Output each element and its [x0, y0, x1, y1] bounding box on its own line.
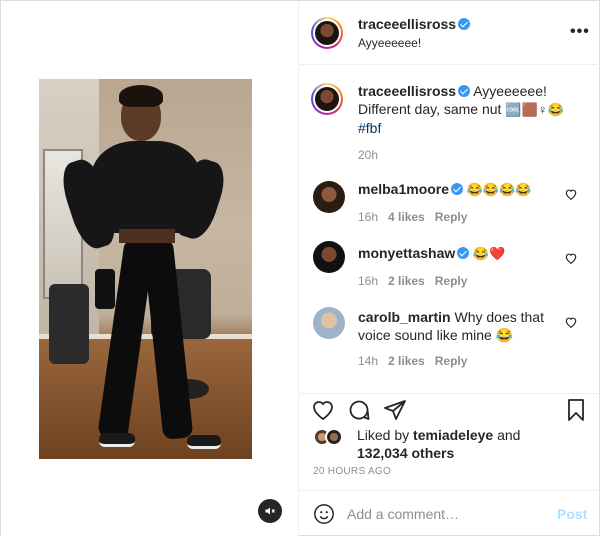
speaker-muted-icon — [265, 507, 275, 515]
comment-heart-icon[interactable] — [564, 315, 578, 329]
comment-meta: 14h 2 likes Reply — [358, 354, 468, 368]
verified-badge-icon — [457, 247, 470, 259]
author-avatar[interactable] — [311, 17, 343, 49]
author-username[interactable]: traceeellisross — [358, 16, 456, 32]
comment-meta: 16h 2 likes Reply — [358, 274, 468, 288]
verified-badge-icon — [451, 183, 464, 195]
comments-list: traceeellisross Ayyeeeeee! Different day… — [299, 65, 600, 393]
caption-text: traceeellisross Ayyeeeeee! Different day… — [358, 83, 564, 136]
commenter-avatar[interactable] — [313, 307, 345, 339]
reply-button[interactable]: Reply — [435, 354, 468, 368]
caption-username[interactable]: traceeellisross — [358, 83, 456, 99]
post-button[interactable]: Post — [557, 506, 587, 522]
comment-item: monyettashaw 😂❤️ — [358, 245, 506, 261]
post-header: traceeellisross Ayyeeeeee! ••• — [299, 1, 600, 65]
more-options-icon[interactable]: ••• — [570, 23, 590, 41]
bookmark-icon[interactable] — [564, 398, 588, 422]
comment-item: melba1moore 😂😂😂😂 — [358, 181, 532, 197]
comment-likes-link[interactable]: 4 likes — [388, 210, 425, 224]
caption-emojis: 🆒🟫♀😂 — [505, 102, 564, 117]
comment-meta: 16h 4 likes Reply — [358, 210, 468, 224]
comment-item: carolb_martin Why does that voice sound … — [358, 309, 544, 343]
heart-icon[interactable] — [311, 398, 335, 422]
comment-likes-link[interactable]: 2 likes — [388, 354, 425, 368]
caption-time: 20h — [358, 148, 379, 162]
post-video[interactable] — [39, 79, 252, 459]
reply-button[interactable]: Reply — [435, 210, 468, 224]
media-panel — [1, 1, 299, 536]
post-timestamp[interactable]: 20 HOURS AGO — [313, 466, 391, 477]
mute-toggle-button[interactable] — [258, 499, 282, 523]
comment-icon[interactable] — [347, 398, 371, 422]
liked-by-user-link[interactable]: temiadeleye — [413, 427, 493, 443]
post-details-panel: traceeellisross Ayyeeeeee! ••• traceeell… — [299, 1, 600, 536]
others-likes-link[interactable]: 132,034 others — [357, 445, 454, 461]
instagram-post-modal: traceeellisross Ayyeeeeee! ••• traceeell… — [0, 0, 600, 536]
commenter-avatar[interactable] — [313, 241, 345, 273]
liked-by-avatars[interactable] — [313, 428, 347, 448]
comment-heart-icon[interactable] — [564, 251, 578, 265]
verified-badge-icon — [458, 85, 471, 97]
verified-badge-icon — [458, 18, 471, 30]
emoji-icon[interactable] — [313, 503, 335, 525]
share-icon[interactable] — [383, 398, 407, 422]
caption-avatar[interactable] — [311, 83, 343, 115]
hashtag-link[interactable]: #fbf — [358, 120, 381, 136]
post-subtitle: Ayyeeeeee! — [358, 36, 422, 50]
comment-likes-link[interactable]: 2 likes — [388, 274, 425, 288]
comment-heart-icon[interactable] — [564, 187, 578, 201]
commenter-avatar[interactable] — [313, 181, 345, 213]
comment-input[interactable] — [347, 503, 543, 525]
reply-button[interactable]: Reply — [435, 274, 468, 288]
add-comment-bar: Post — [299, 490, 600, 536]
